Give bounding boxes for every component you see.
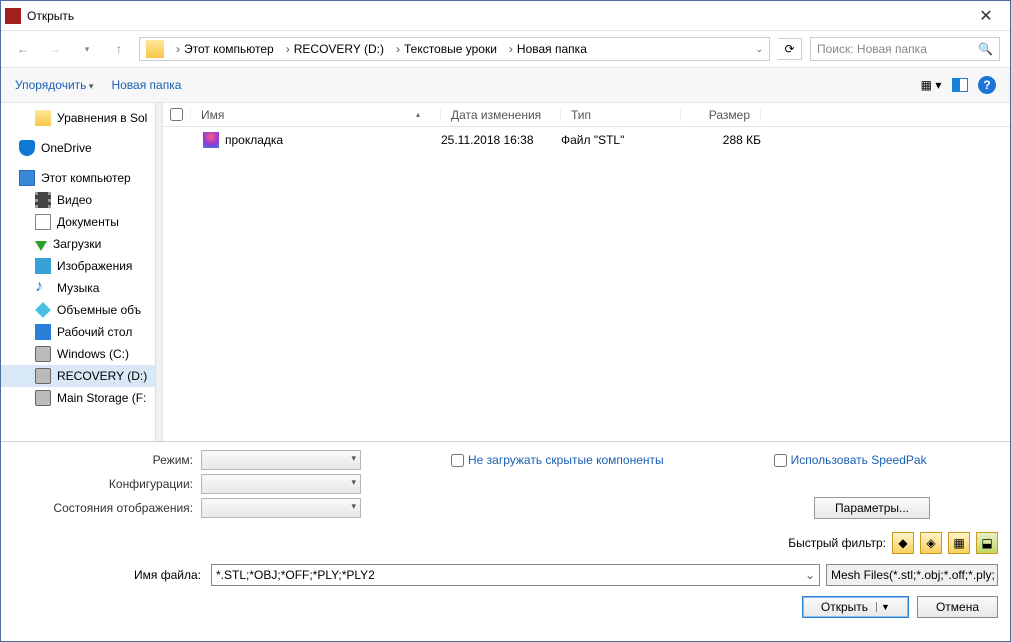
- organize-button[interactable]: Упорядочить: [15, 78, 93, 92]
- window-title: Открыть: [27, 9, 966, 23]
- folder-icon: [35, 110, 51, 126]
- tree-item-0[interactable]: Уравнения в Sol: [1, 107, 162, 129]
- config-combo[interactable]: [201, 474, 361, 494]
- tree-item-1[interactable]: OneDrive: [1, 137, 162, 159]
- search-icon: 🔍: [978, 42, 993, 56]
- tree-item-3[interactable]: Видео: [1, 189, 162, 211]
- address-bar[interactable]: ›Этот компьютер ›RECOVERY (D:) ›Текстовы…: [139, 37, 770, 61]
- recent-dropdown[interactable]: ▾: [75, 37, 99, 61]
- crumb-1[interactable]: RECOVERY (D:): [294, 42, 384, 56]
- search-input[interactable]: Поиск: Новая папка 🔍: [810, 37, 1000, 61]
- tree-item-8[interactable]: Объемные объ: [1, 299, 162, 321]
- disk-icon: [35, 390, 51, 406]
- col-size[interactable]: Размер: [681, 108, 761, 122]
- filter-4[interactable]: ⬓: [976, 532, 998, 554]
- filter-1[interactable]: ◆: [892, 532, 914, 554]
- display-combo[interactable]: [201, 498, 361, 518]
- params-button[interactable]: Параметры...: [814, 497, 930, 519]
- disk-icon: [35, 346, 51, 362]
- search-placeholder: Поиск: Новая папка: [817, 42, 927, 56]
- select-all-checkbox[interactable]: [170, 108, 183, 121]
- img-icon: [35, 258, 51, 274]
- folder-icon: [146, 40, 164, 58]
- doc-icon: [35, 214, 51, 230]
- crumb-root[interactable]: Этот компьютер: [184, 42, 274, 56]
- quick-filter-label: Быстрый фильтр:: [788, 536, 886, 550]
- speedpak-checkbox[interactable]: Использовать SpeedPak: [774, 453, 927, 467]
- col-type[interactable]: Тип: [561, 108, 681, 122]
- tree-item-2[interactable]: Этот компьютер: [1, 167, 162, 189]
- tree-item-12[interactable]: Main Storage (F:: [1, 387, 162, 409]
- file-list[interactable]: прокладка25.11.2018 16:38Файл "STL"288 К…: [163, 127, 1010, 153]
- view-button[interactable]: ▦ ▾: [920, 76, 942, 94]
- mus-icon: ♪: [35, 280, 51, 296]
- filename-label: Имя файла:: [13, 568, 205, 582]
- pc-icon: [19, 170, 35, 186]
- preview-button[interactable]: [952, 78, 968, 92]
- mode-combo[interactable]: [201, 450, 361, 470]
- vid-icon: [35, 192, 51, 208]
- crumb-3[interactable]: Новая папка: [517, 42, 587, 56]
- desk-icon: [35, 324, 51, 340]
- filter-3[interactable]: ▦: [948, 532, 970, 554]
- filename-input[interactable]: *.STL;*OBJ;*OFF;*PLY;*PLY2: [211, 564, 820, 586]
- refresh-button[interactable]: ⟳: [778, 38, 802, 60]
- 3d-icon: [35, 302, 51, 318]
- new-folder-button[interactable]: Новая папка: [111, 78, 181, 92]
- back-button[interactable]: ←: [11, 37, 35, 61]
- up-button[interactable]: ↑: [107, 37, 131, 61]
- filter-2[interactable]: ◈: [920, 532, 942, 554]
- tree-item-10[interactable]: Windows (C:): [1, 343, 162, 365]
- close-button[interactable]: ✕: [966, 2, 1006, 30]
- dl-icon: [35, 241, 47, 251]
- onedrive-icon: [19, 140, 35, 156]
- tree-item-6[interactable]: Изображения: [1, 255, 162, 277]
- forward-button[interactable]: →: [43, 37, 67, 61]
- config-label: Конфигурации:: [1, 477, 201, 491]
- help-button[interactable]: ?: [978, 76, 996, 94]
- filetype-combo[interactable]: Mesh Files(*.stl;*.obj;*.off;*.ply;: [826, 564, 998, 586]
- file-row[interactable]: прокладка25.11.2018 16:38Файл "STL"288 К…: [163, 127, 1010, 153]
- tree-item-5[interactable]: Загрузки: [1, 233, 162, 255]
- skip-hidden-checkbox[interactable]: Не загружать скрытые компоненты: [451, 453, 664, 467]
- crumb-2[interactable]: Текстовые уроки: [404, 42, 497, 56]
- app-icon: [5, 8, 21, 24]
- open-button[interactable]: Открыть▼: [802, 596, 909, 618]
- tree-item-11[interactable]: RECOVERY (D:): [1, 365, 162, 387]
- tree-item-4[interactable]: Документы: [1, 211, 162, 233]
- tree-item-9[interactable]: Рабочий стол: [1, 321, 162, 343]
- nav-tree[interactable]: Уравнения в Sol OneDrive Этот компьютерВид…: [1, 103, 163, 441]
- tree-item-7[interactable]: ♪Музыка: [1, 277, 162, 299]
- disk-icon: [35, 368, 51, 384]
- display-label: Состояния отображения:: [1, 502, 201, 514]
- stl-file-icon: [203, 132, 219, 148]
- col-date[interactable]: Дата изменения: [441, 108, 561, 122]
- cancel-button[interactable]: Отмена: [917, 596, 998, 618]
- col-name[interactable]: Имя▴: [191, 108, 441, 122]
- mode-label: Режим:: [1, 453, 201, 467]
